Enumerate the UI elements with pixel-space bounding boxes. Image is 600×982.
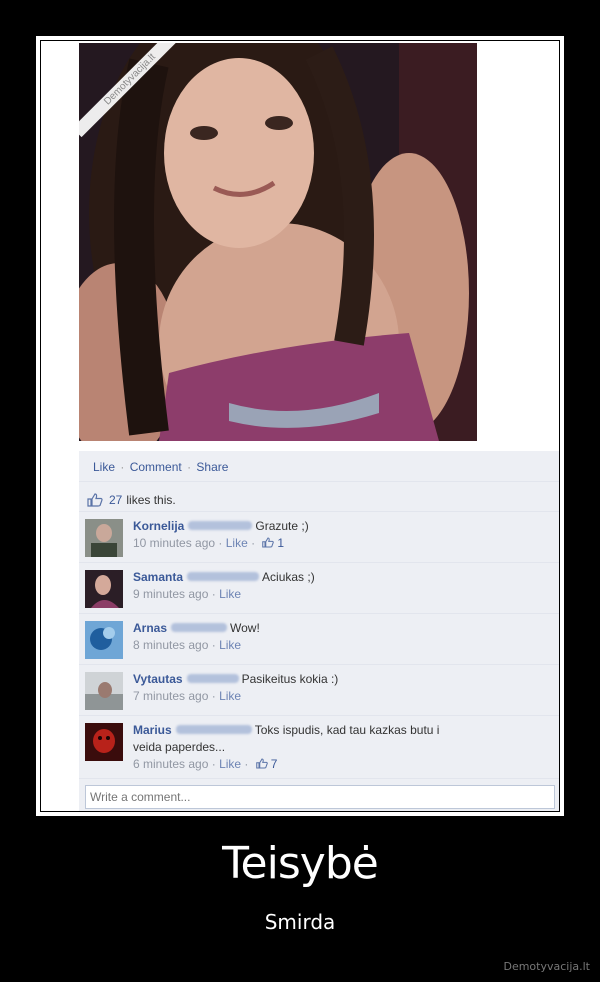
comment-like-link[interactable]: Like — [219, 587, 241, 601]
comment-like-link[interactable]: Like — [219, 638, 241, 652]
likes-suffix: likes this. — [126, 493, 176, 507]
post-actions: Like · Comment · Share — [79, 451, 559, 481]
likes-summary: 27 likes this. — [79, 481, 559, 511]
poster-frame: Demotyvacija.lt Like · Comment · Share 2… — [36, 36, 564, 816]
comment-item: Marius Toks ispudis, kad tau kazkas butu … — [79, 715, 559, 778]
comment-like-link[interactable]: Like — [219, 757, 241, 771]
write-comment-row — [79, 778, 559, 811]
comment-like-link[interactable]: Like — [219, 689, 241, 703]
write-comment-input[interactable] — [85, 785, 555, 809]
photo-illustration — [79, 43, 477, 441]
avatar[interactable] — [85, 519, 123, 557]
comment-item: Samanta Aciukas ;) 9 minutes ago · Like — [79, 562, 559, 613]
comment-like-link[interactable]: Like — [226, 536, 248, 550]
comment-time[interactable]: 8 minutes ago — [133, 638, 208, 652]
blurred-surname — [186, 674, 239, 684]
separator: · — [187, 460, 192, 474]
blurred-surname — [171, 623, 228, 633]
blurred-surname — [187, 572, 260, 582]
comment-author[interactable]: Arnas — [133, 621, 167, 635]
avatar[interactable] — [85, 723, 123, 761]
comment-link[interactable]: Comment — [130, 460, 182, 474]
poster-title: Teisybė — [222, 838, 379, 889]
avatar[interactable] — [85, 621, 123, 659]
blurred-surname — [188, 521, 253, 531]
share-link[interactable]: Share — [196, 460, 228, 474]
comment-text-continued: veida paperdes... — [133, 740, 226, 754]
comment-text: Grazute ;) — [255, 519, 309, 533]
comment-time[interactable]: 6 minutes ago — [133, 757, 208, 771]
comment-time[interactable]: 10 minutes ago — [133, 536, 215, 550]
avatar[interactable] — [85, 672, 123, 710]
comment-text: Wow! — [230, 621, 260, 635]
comment-time[interactable]: 7 minutes ago — [133, 689, 208, 703]
thumbs-up-icon — [255, 758, 268, 769]
blurred-surname — [175, 725, 252, 735]
comment-like-count[interactable]: 1 — [277, 536, 284, 550]
site-watermark[interactable]: Demotyvacija.lt — [503, 960, 590, 973]
likes-count-link[interactable]: 27 — [109, 493, 122, 507]
comment-author[interactable]: Vytautas — [133, 672, 183, 686]
separator: · — [120, 460, 125, 474]
comment-item: Arnas Wow! 8 minutes ago · Like — [79, 613, 559, 664]
thumbs-up-icon — [87, 493, 103, 507]
poster-inner: Demotyvacija.lt Like · Comment · Share 2… — [40, 40, 560, 812]
like-link[interactable]: Like — [93, 460, 115, 474]
post-photo[interactable]: Demotyvacija.lt — [79, 43, 477, 441]
comment-item: Vytautas Pasikeitus kokia :) 7 minutes ag… — [79, 664, 559, 715]
comment-text: Toks ispudis, kad tau kazkas butu i — [254, 723, 440, 737]
avatar[interactable] — [85, 570, 123, 608]
thumbs-up-icon — [262, 537, 275, 548]
comment-time[interactable]: 9 minutes ago — [133, 587, 208, 601]
comment-author[interactable]: Kornelija — [133, 519, 184, 533]
poster-subtitle: Smirda — [264, 910, 336, 934]
comment-item: Kornelija Grazute ;) 10 minutes ago · Lik… — [79, 511, 559, 562]
comment-text: Aciukas ;) — [262, 570, 315, 584]
comment-author[interactable]: Samanta — [133, 570, 183, 584]
comment-author[interactable]: Marius — [133, 723, 172, 737]
comment-text: Pasikeitus kokia :) — [241, 672, 339, 686]
comment-like-count[interactable]: 7 — [271, 757, 278, 771]
facebook-post-panel: Like · Comment · Share 27 likes this. Ko… — [79, 451, 559, 811]
